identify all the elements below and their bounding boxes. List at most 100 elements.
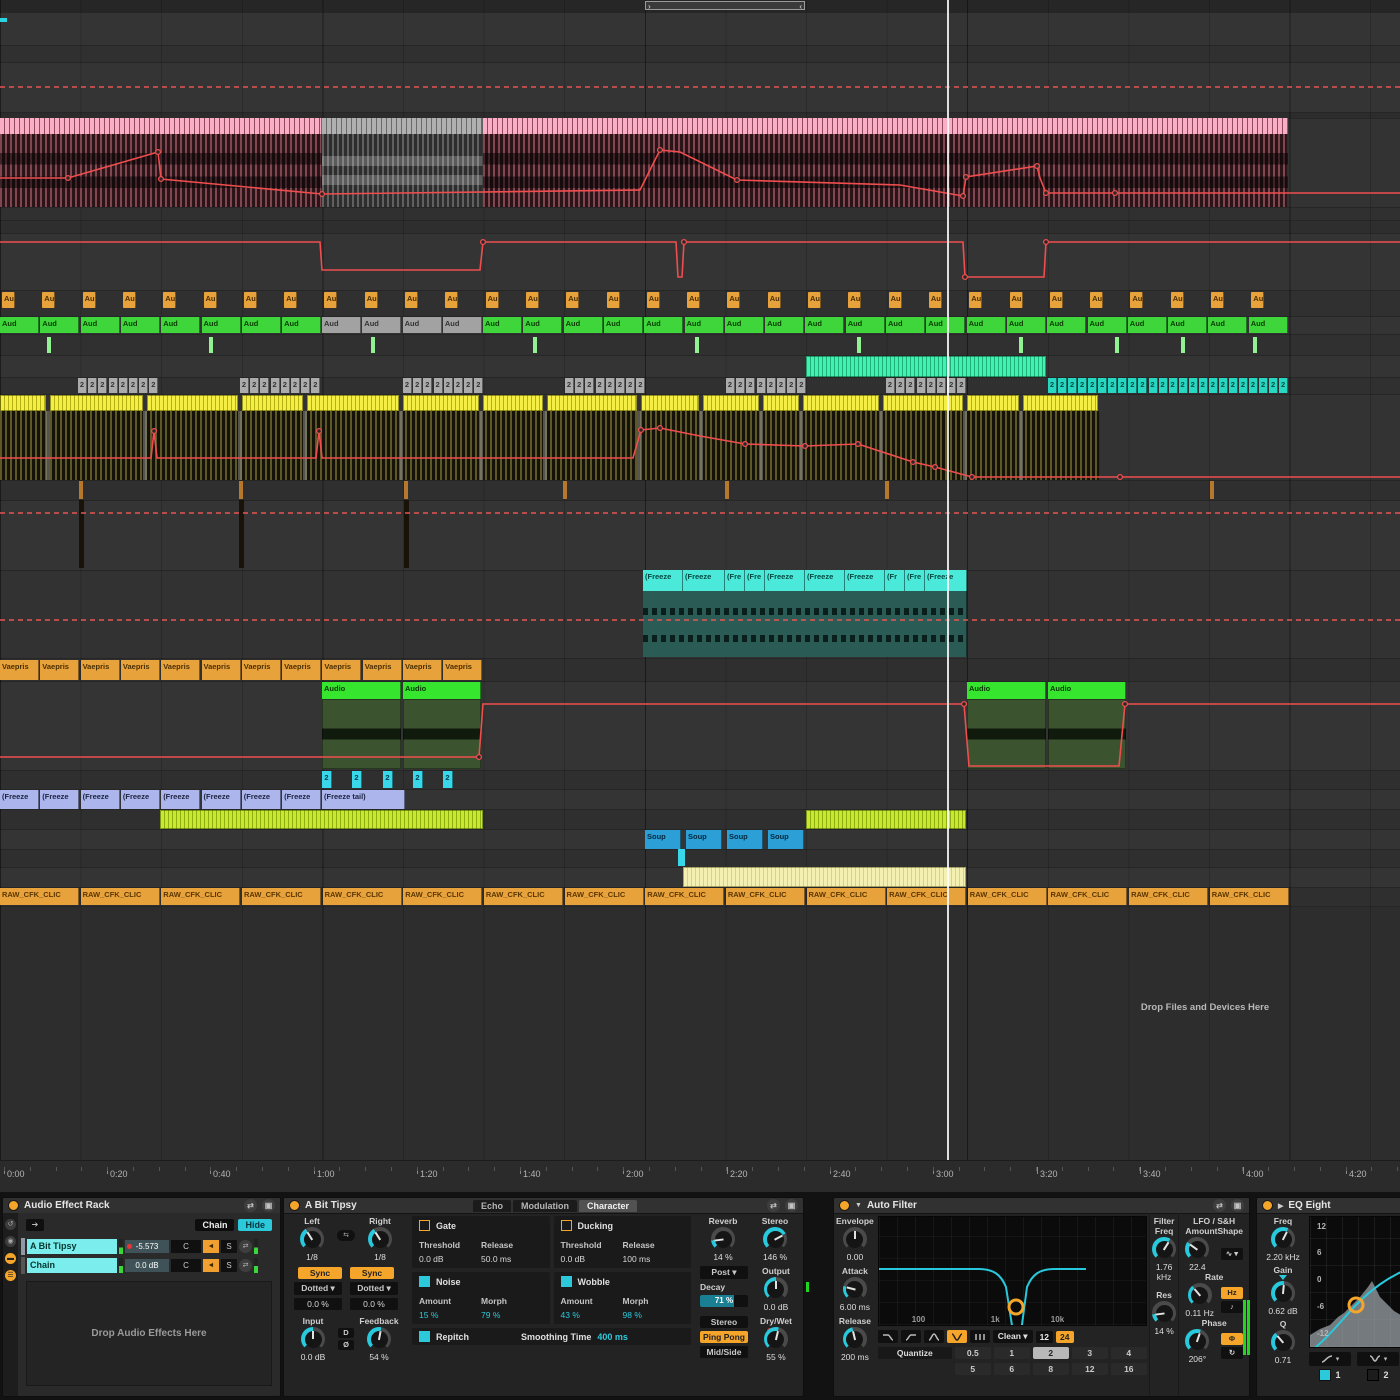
cyanc-clip[interactable]: 2 <box>413 771 423 788</box>
two-clip[interactable]: 2 <box>616 378 625 393</box>
twot-clip[interactable]: 2 <box>1088 378 1097 393</box>
aud-clip[interactable]: Aud <box>564 317 603 333</box>
sync-right-button[interactable]: Sync <box>350 1267 394 1279</box>
stYellow-clip[interactable] <box>803 395 879 411</box>
fold-icon[interactable]: ▼ <box>855 1202 862 1209</box>
chain-activator-icon[interactable]: ◄ <box>203 1240 219 1253</box>
chain-list-icon[interactable]: ▬ <box>5 1253 16 1264</box>
two-clip[interactable]: 2 <box>777 378 786 393</box>
stYellow-clip[interactable] <box>1023 395 1098 411</box>
au-clip[interactable]: Au <box>1171 292 1184 308</box>
stYellow-clip[interactable] <box>703 395 759 411</box>
aud-clip[interactable]: Aud <box>846 317 885 333</box>
phase-mode-icon[interactable]: Φ <box>1221 1333 1243 1345</box>
tickG-clip[interactable] <box>1253 337 1257 353</box>
raw-clip[interactable]: RAW_CFK_CLIC <box>645 888 724 905</box>
band1-filter-type-select[interactable]: ▾ <box>1309 1352 1351 1366</box>
macro-variations-icon[interactable]: ↺ <box>5 1219 16 1230</box>
input-gain-knob[interactable] <box>301 1327 325 1351</box>
tealH-clip[interactable]: (Freeze <box>925 570 967 591</box>
two-clip[interactable]: 2 <box>606 378 615 393</box>
two-clip[interactable]: 2 <box>129 378 138 393</box>
band-freq-knob[interactable] <box>1271 1227 1295 1251</box>
quantize-0.5[interactable]: 0.5 <box>955 1347 991 1359</box>
twot-clip[interactable]: 2 <box>1078 378 1087 393</box>
vae-clip[interactable]: Vaepris <box>202 660 241 680</box>
aud-clip[interactable]: Aud <box>725 317 764 333</box>
aud-clip[interactable]: Aud <box>282 317 321 333</box>
ducking-checkbox[interactable] <box>561 1220 572 1231</box>
cyanc-clip[interactable]: 2 <box>352 771 362 788</box>
tickO-clip[interactable] <box>1210 481 1214 499</box>
vae-clip[interactable]: Vaepris <box>121 660 160 680</box>
device-on-led[interactable] <box>289 1200 300 1211</box>
au-clip[interactable]: Au <box>848 292 861 308</box>
two-clip[interactable]: 2 <box>767 378 776 393</box>
envelope-amount-knob[interactable] <box>843 1227 867 1251</box>
lav-clip[interactable]: (Freeze <box>242 790 281 809</box>
rate-hz-button[interactable]: Hz <box>1221 1287 1243 1299</box>
lav-clip[interactable]: (Freeze <box>40 790 79 809</box>
aud-clip[interactable]: Aud <box>926 317 965 333</box>
auto-select-icon[interactable]: ➔ <box>26 1219 44 1231</box>
tickO-clip[interactable] <box>563 481 567 499</box>
au-clip[interactable]: Au <box>808 292 821 308</box>
notch-icon[interactable] <box>947 1330 967 1343</box>
tickG-clip[interactable] <box>47 337 51 353</box>
tab-echo[interactable]: Echo <box>473 1200 511 1212</box>
lfo-phase-knob[interactable] <box>1185 1329 1209 1353</box>
audB-clip[interactable] <box>967 699 1046 769</box>
tealH-clip[interactable]: (Fre <box>725 570 745 591</box>
lfo-shape-select[interactable]: ∿ ▾ <box>1221 1248 1243 1260</box>
hot-swap-icon[interactable]: ⇄ <box>1213 1199 1226 1212</box>
osep-clip[interactable] <box>879 411 883 480</box>
tinyB-clip[interactable] <box>678 849 685 866</box>
quantize-5[interactable]: 5 <box>955 1363 991 1375</box>
au-clip[interactable]: Au <box>889 292 902 308</box>
drop-audio-effects-area[interactable]: Drop Audio Effects Here <box>26 1281 272 1386</box>
twot-clip[interactable]: 2 <box>1229 378 1238 393</box>
two-clip[interactable]: 2 <box>281 378 290 393</box>
two-clip[interactable]: 2 <box>119 378 128 393</box>
repitch-checkbox[interactable] <box>419 1331 430 1342</box>
save-preset-icon[interactable]: ▣ <box>785 1199 798 1212</box>
aud-clip[interactable]: Aud <box>886 317 925 333</box>
au-clip[interactable]: Au <box>768 292 781 308</box>
mode-right-select[interactable]: Dotted ▾ <box>350 1282 398 1295</box>
two-clip[interactable]: 2 <box>787 378 796 393</box>
osep-clip[interactable] <box>1019 411 1023 480</box>
two-clip[interactable]: 2 <box>444 378 453 393</box>
twot-clip[interactable]: 2 <box>1259 378 1268 393</box>
lav-clip[interactable]: (Freeze tail) <box>322 790 405 809</box>
two-clip[interactable]: 2 <box>957 378 966 393</box>
audH-clip[interactable]: Audio <box>1048 682 1126 699</box>
stYellow-clip[interactable] <box>147 395 238 411</box>
gate-threshold[interactable]: 0.0 dB <box>419 1254 481 1264</box>
twot-clip[interactable]: 2 <box>1149 378 1158 393</box>
au-clip[interactable]: Au <box>687 292 700 308</box>
raw-clip[interactable]: RAW_CFK_CLIC <box>565 888 644 905</box>
slope-24-button[interactable]: 24 <box>1056 1331 1073 1343</box>
au-clip[interactable]: Au <box>486 292 499 308</box>
vae-clip[interactable]: Vaepris <box>242 660 281 680</box>
vae-clip[interactable]: Vaepris <box>40 660 79 680</box>
au-clip[interactable]: Au <box>365 292 378 308</box>
two-clip[interactable]: 2 <box>585 378 594 393</box>
stChart-clip[interactable] <box>160 810 483 829</box>
tickG-clip[interactable] <box>1019 337 1023 353</box>
vae-clip[interactable]: Vaepris <box>0 660 39 680</box>
tealH-clip[interactable]: (Fr <box>885 570 905 591</box>
left-time-knob[interactable] <box>300 1227 324 1251</box>
vae-clip[interactable]: Vaepris <box>282 660 321 680</box>
offset-right-field[interactable]: 0.0 % <box>350 1298 398 1310</box>
raw-clip[interactable]: RAW_CFK_CLIC <box>887 888 966 905</box>
device-on-led[interactable] <box>8 1200 19 1211</box>
two-clip[interactable]: 2 <box>149 378 158 393</box>
tealH-clip[interactable]: (Freeze <box>845 570 885 591</box>
aud-clip[interactable]: Aud <box>805 317 844 333</box>
band-q-knob[interactable] <box>1271 1330 1295 1354</box>
highpass-icon[interactable] <box>901 1330 921 1343</box>
smoothing-time[interactable]: 400 ms <box>597 1332 628 1342</box>
au-clip[interactable]: Au <box>1090 292 1103 308</box>
chain-hot-swap-icon[interactable]: ⇄ <box>239 1240 252 1253</box>
